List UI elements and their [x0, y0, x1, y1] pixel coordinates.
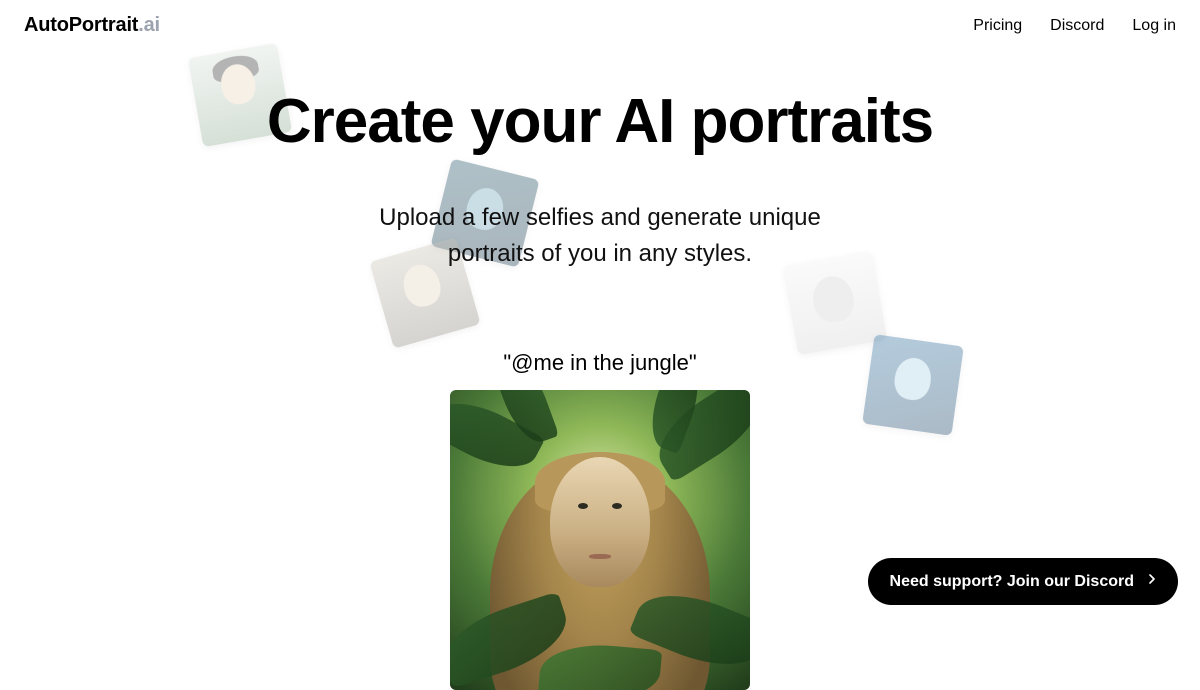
hero-image: [450, 390, 750, 690]
hero-subtitle: Upload a few selfies and generate unique…: [0, 200, 1200, 272]
nav-pricing[interactable]: Pricing: [973, 17, 1022, 35]
support-label: Need support? Join our Discord: [890, 573, 1134, 591]
top-nav: Pricing Discord Log in: [973, 17, 1176, 35]
brand-suffix: .ai: [138, 14, 160, 36]
hero-title: Create your AI portraits: [0, 89, 1200, 154]
brand-name: AutoPortrait: [24, 14, 138, 36]
nav-login[interactable]: Log in: [1132, 17, 1176, 35]
site-header: AutoPortrait.ai Pricing Discord Log in: [0, 0, 1200, 51]
hero-subtitle-line2: portraits of you in any styles.: [448, 240, 752, 267]
nav-discord[interactable]: Discord: [1050, 17, 1104, 35]
hero-subtitle-line1: Upload a few selfies and generate unique: [379, 204, 821, 231]
chevron-right-icon: [1144, 571, 1160, 592]
example-prompt: "@me in the jungle": [0, 350, 1200, 376]
brand-logo[interactable]: AutoPortrait.ai: [24, 14, 160, 37]
support-discord-button[interactable]: Need support? Join our Discord: [868, 558, 1178, 605]
